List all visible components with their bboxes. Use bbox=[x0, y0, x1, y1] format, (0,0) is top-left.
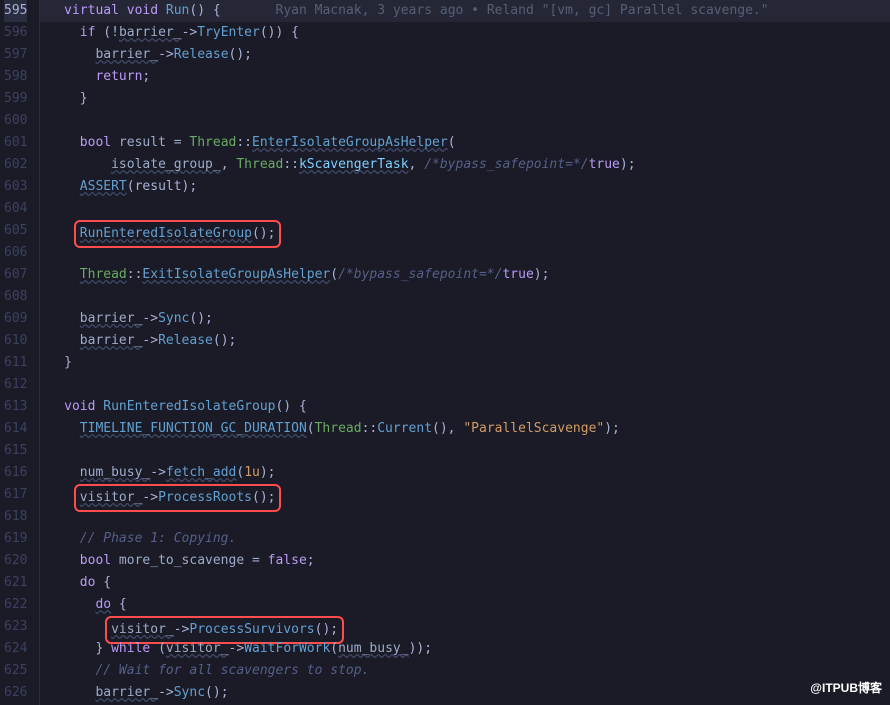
code-line: num_busy_->fetch_add(1u); bbox=[48, 462, 890, 484]
line-number: 613 bbox=[4, 396, 27, 418]
line-number: 597 bbox=[4, 44, 27, 66]
line-number: 625 bbox=[4, 660, 27, 682]
code-line bbox=[48, 110, 890, 132]
code-line: ASSERT(result); bbox=[48, 176, 890, 198]
code-line: if (!barrier_->TryEnter()) { bbox=[48, 22, 890, 44]
code-line: visitor_->ProcessSurvivors(); bbox=[48, 616, 890, 638]
line-number: 603 bbox=[4, 176, 27, 198]
line-number: 620 bbox=[4, 550, 27, 572]
line-number: 600 bbox=[4, 110, 27, 132]
line-number: 616 bbox=[4, 462, 27, 484]
code-line bbox=[48, 198, 890, 220]
line-number: 598 bbox=[4, 66, 27, 88]
code-line: barrier_->Release(); bbox=[48, 330, 890, 352]
highlight-box: visitor_->ProcessRoots(); bbox=[74, 484, 282, 512]
line-number: 609 bbox=[4, 308, 27, 330]
code-line: barrier_->Release(); bbox=[48, 44, 890, 66]
highlight-box: visitor_->ProcessSurvivors(); bbox=[105, 616, 344, 644]
line-number: 610 bbox=[4, 330, 27, 352]
line-number: 595 bbox=[4, 0, 27, 22]
line-number: 608 bbox=[4, 286, 27, 308]
line-number: 611 bbox=[4, 352, 27, 374]
code-line bbox=[48, 374, 890, 396]
code-line: bool result = Thread::EnterIsolateGroupA… bbox=[48, 132, 890, 154]
line-number: 614 bbox=[4, 418, 27, 440]
code-line: } while (visitor_->WaitForWork(num_busy_… bbox=[48, 638, 890, 660]
code-line: void RunEnteredIsolateGroup() { bbox=[48, 396, 890, 418]
line-number: 624 bbox=[4, 638, 27, 660]
code-line bbox=[48, 440, 890, 462]
highlight-box: RunEnteredIsolateGroup(); bbox=[74, 220, 282, 248]
line-number: 602 bbox=[4, 154, 27, 176]
line-number: 619 bbox=[4, 528, 27, 550]
code-line: Thread::ExitIsolateGroupAsHelper(/*bypas… bbox=[48, 264, 890, 286]
code-line: barrier_->Sync(); bbox=[48, 682, 890, 704]
code-line: do { bbox=[48, 594, 890, 616]
code-line: RunEnteredIsolateGroup(); bbox=[48, 220, 890, 242]
code-line: visitor_->ProcessRoots(); bbox=[48, 484, 890, 506]
line-number: 606 bbox=[4, 242, 27, 264]
code-line: // Phase 1: Copying. bbox=[48, 528, 890, 550]
code-line: } bbox=[48, 88, 890, 110]
line-number: 601 bbox=[4, 132, 27, 154]
code-line: } bbox=[48, 352, 890, 374]
code-area[interactable]: virtual void Run() { Ryan Macnak, 3 year… bbox=[39, 0, 890, 705]
line-number: 622 bbox=[4, 594, 27, 616]
code-line: barrier_->Sync(); bbox=[48, 308, 890, 330]
code-line: virtual void Run() { Ryan Macnak, 3 year… bbox=[48, 0, 890, 22]
line-number: 621 bbox=[4, 572, 27, 594]
line-number: 612 bbox=[4, 374, 27, 396]
git-blame: Ryan Macnak, 3 years ago • Reland "[vm, … bbox=[276, 3, 769, 18]
line-number: 596 bbox=[4, 22, 27, 44]
code-line: bool more_to_scavenge = false; bbox=[48, 550, 890, 572]
line-number: 623 bbox=[4, 616, 27, 638]
line-number-gutter: 5955965975985996006016026036046056066076… bbox=[0, 0, 39, 705]
code-line: return; bbox=[48, 66, 890, 88]
line-number: 599 bbox=[4, 88, 27, 110]
line-number: 626 bbox=[4, 682, 27, 704]
watermark: @ITPUB博客 bbox=[810, 677, 882, 699]
code-editor[interactable]: 5955965975985996006016026036046056066076… bbox=[0, 0, 890, 705]
line-number: 604 bbox=[4, 198, 27, 220]
line-number: 615 bbox=[4, 440, 27, 462]
code-line: // Wait for all scavengers to stop. bbox=[48, 660, 890, 682]
code-line: do { bbox=[48, 572, 890, 594]
code-line bbox=[48, 286, 890, 308]
line-number: 607 bbox=[4, 264, 27, 286]
code-line: isolate_group_, Thread::kScavengerTask, … bbox=[48, 154, 890, 176]
line-number: 605 bbox=[4, 220, 27, 242]
line-number: 618 bbox=[4, 506, 27, 528]
line-number: 617 bbox=[4, 484, 27, 506]
code-line: TIMELINE_FUNCTION_GC_DURATION(Thread::Cu… bbox=[48, 418, 890, 440]
